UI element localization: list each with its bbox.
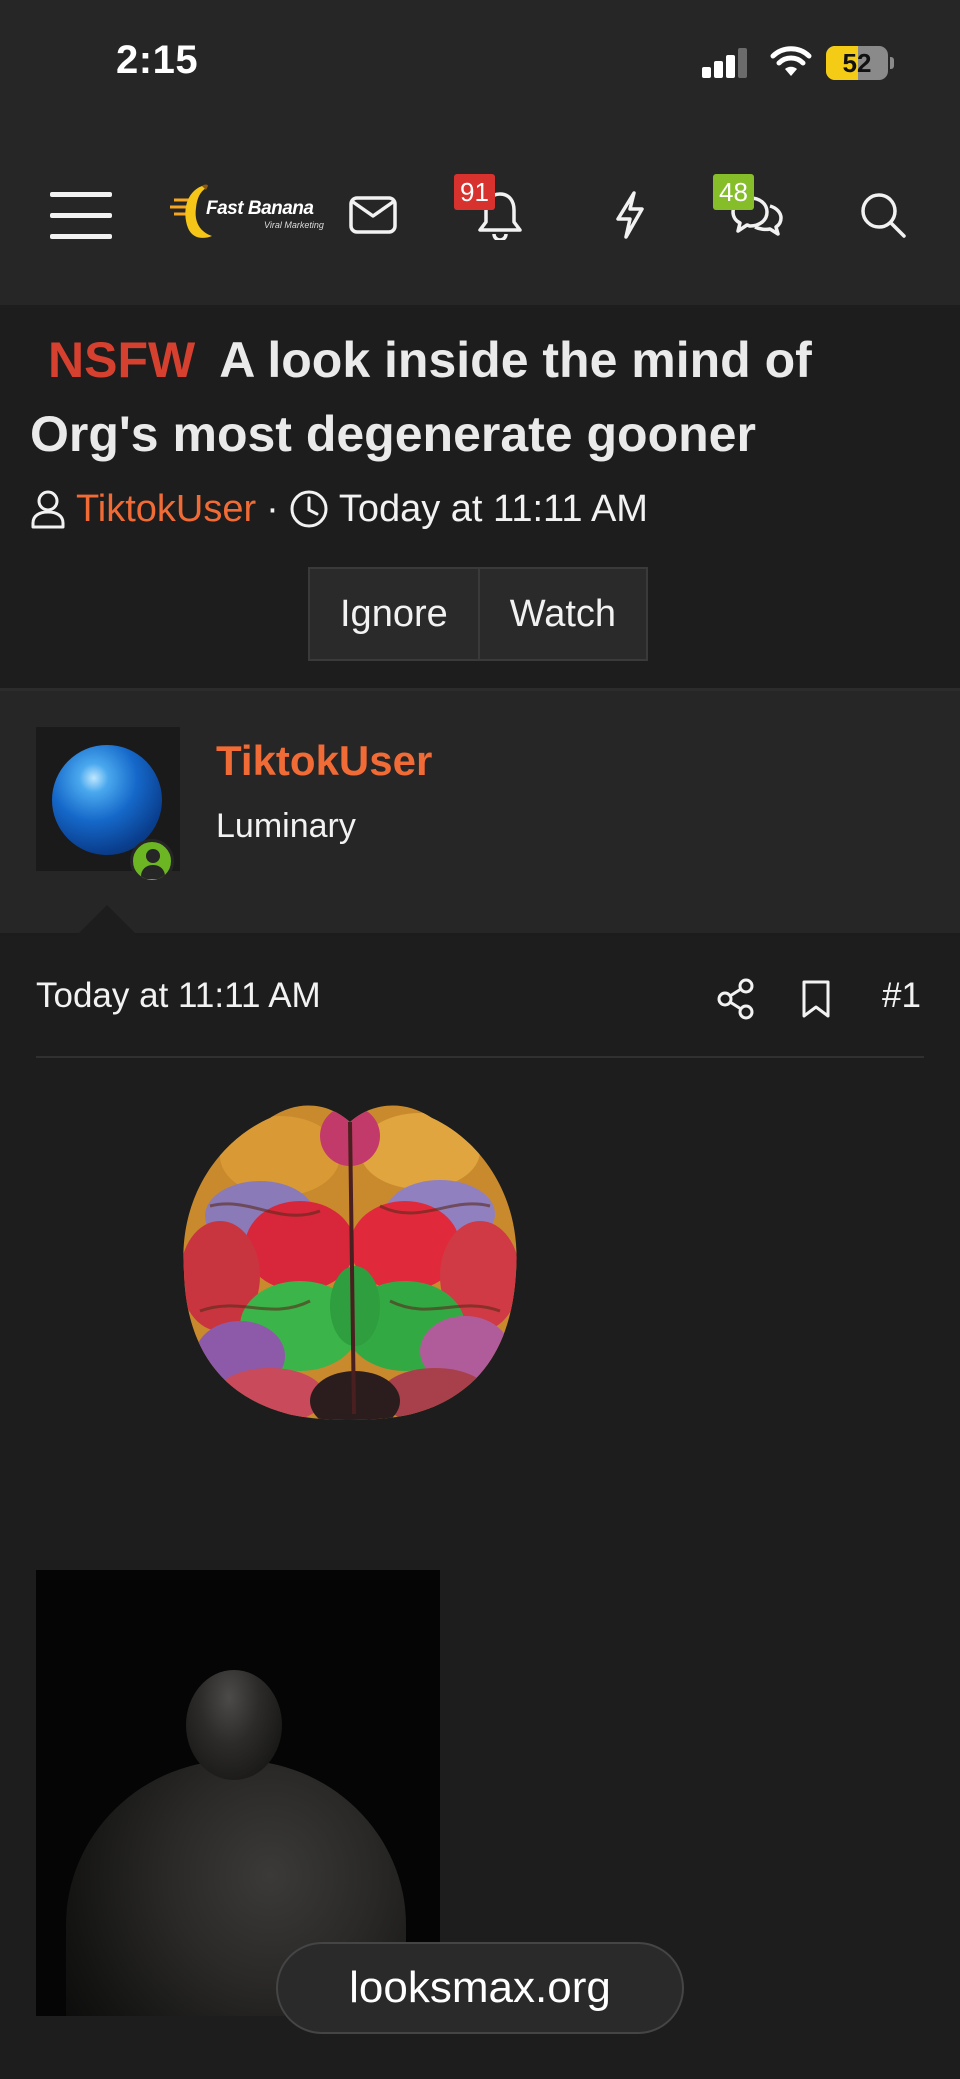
post-number[interactable]: #1 (882, 976, 921, 1016)
post-body: Today at 11:11 AM #1 (0, 936, 960, 2079)
bookmark-icon (802, 980, 830, 1018)
brain-image (183, 1105, 517, 1420)
signal-icon (702, 48, 748, 78)
thread-title: NSFW A look inside the mind of Org's most… (30, 323, 930, 471)
status-bar: 2:15 52 (0, 0, 960, 130)
nsfw-prefix[interactable]: NSFW (48, 332, 195, 388)
user-title: Luminary (216, 807, 356, 845)
forum-nav-bar: Fast Banana Viral Marketing 91 48 (0, 130, 960, 305)
inbox-button[interactable] (338, 180, 408, 250)
thread-meta: TiktokUser · Today at 11:11 AM (30, 483, 648, 535)
whats-new-button[interactable] (595, 180, 665, 250)
share-icon (717, 978, 754, 1020)
bolt-icon (616, 191, 644, 239)
ignore-button[interactable]: Ignore (310, 569, 478, 659)
watch-button[interactable]: Watch (477, 569, 646, 659)
url-bar[interactable]: looksmax.org (276, 1942, 684, 2034)
online-status-icon (130, 839, 174, 883)
logo-name: Fast Banana (206, 198, 314, 219)
logo-tagline: Viral Marketing (264, 220, 324, 230)
avatar[interactable] (36, 727, 180, 883)
post-divider (36, 1056, 924, 1058)
thread-header: NSFW A look inside the mind of Org's most… (0, 305, 960, 691)
alerts-count-badge: 91 (454, 174, 495, 210)
menu-button[interactable] (46, 180, 116, 250)
search-button[interactable] (848, 180, 918, 250)
clock-icon (290, 490, 328, 528)
search-icon (861, 193, 906, 238)
status-time: 2:15 (116, 38, 199, 82)
mail-icon (349, 196, 397, 234)
avatar-image (52, 745, 162, 855)
battery-level: 52 (842, 48, 872, 78)
conversations-count-badge: 48 (713, 174, 754, 210)
share-button[interactable] (716, 972, 756, 1026)
wifi-icon (770, 46, 812, 76)
meta-separator: · (266, 487, 279, 530)
post-user-block: TiktokUser Luminary (0, 691, 960, 937)
page: 2:15 52 Fast Banana Viral Marketing 91 4… (0, 0, 960, 2079)
post-date[interactable]: Today at 11:11 AM (36, 976, 321, 1016)
battery-icon: 52 (826, 46, 894, 80)
thread-actions: Ignore Watch (308, 567, 649, 661)
user-icon (31, 490, 65, 529)
post-pointer-arrow (75, 905, 139, 937)
thread-timestamp[interactable]: Today at 11:11 AM (339, 488, 648, 531)
bookmark-button[interactable] (800, 972, 832, 1026)
site-logo[interactable]: Fast Banana Viral Marketing (168, 182, 324, 244)
thread-author-link[interactable]: TiktokUser (76, 488, 256, 531)
post-username[interactable]: TiktokUser (216, 737, 432, 785)
